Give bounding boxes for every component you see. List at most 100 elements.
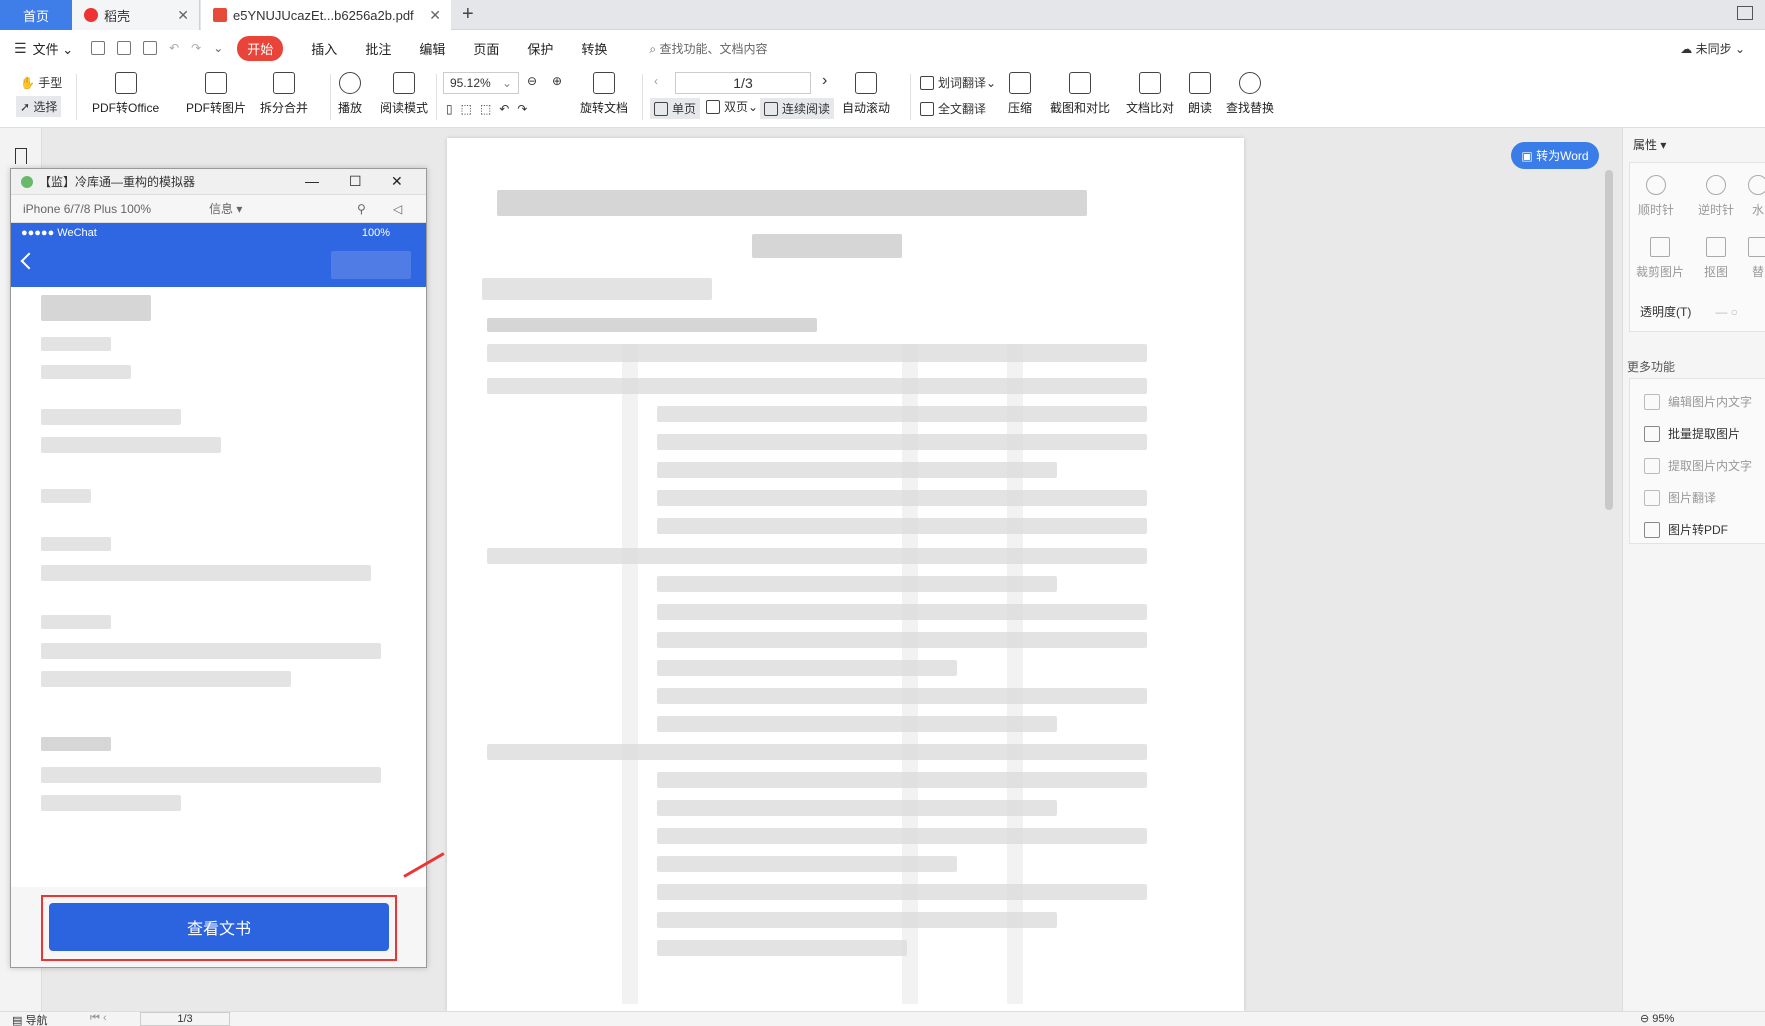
zoom-input[interactable]: 95.12% ⌄ — [443, 72, 519, 94]
print-icon[interactable] — [143, 41, 158, 55]
read-mode-button[interactable]: 阅读模式 — [380, 72, 428, 116]
tab-pdf-document[interactable]: e5YNUJUcazEt...b6256a2b.pdf ✕ — [201, 0, 451, 30]
menu-file-label: 文件 — [32, 41, 59, 57]
minimize-icon[interactable]: — — [305, 173, 319, 189]
bookmark-icon[interactable] — [15, 148, 27, 164]
scrollbar-thumb[interactable] — [1605, 170, 1613, 510]
opacity-control[interactable]: 透明度(T) — ○ — [1640, 303, 1738, 320]
hand-tool[interactable]: ✋ 手型 — [20, 74, 62, 91]
blurred-text — [41, 295, 151, 321]
watermark-button[interactable]: 水 — [1748, 175, 1765, 218]
compress-button[interactable]: 压缩 — [1008, 72, 1032, 116]
hamburger-icon[interactable]: ☰ — [14, 40, 27, 57]
menu-page[interactable]: 页面 — [473, 39, 499, 58]
auto-scroll-button[interactable]: 自动滚动 — [842, 72, 890, 116]
pdf-to-office-button[interactable]: PDF转Office — [92, 72, 159, 116]
simulator-title-bar[interactable]: 【监】冷库通—重构的模拟器 — ☐ ✕ — [11, 169, 426, 195]
single-page-button[interactable]: 单页 — [650, 98, 701, 119]
next-page-icon[interactable]: › — [822, 72, 827, 90]
screenshot-compare-button[interactable]: 截图和对比 — [1050, 72, 1110, 116]
continuous-read-button[interactable]: 连续阅读 — [760, 98, 835, 119]
navigation-toggle[interactable]: ▤ 导航 — [12, 1012, 47, 1026]
close-icon[interactable]: ✕ — [391, 173, 403, 190]
rotate-counterclockwise-label: 逆时针 — [1698, 203, 1735, 217]
pdf-page[interactable] — [447, 138, 1244, 1011]
menu-protect[interactable]: 保护 — [527, 39, 553, 58]
open-folder-icon[interactable] — [91, 41, 106, 55]
batch-extract-images-button[interactable]: 批量提取图片 — [1644, 425, 1740, 442]
status-zoom[interactable]: ⊖ 95% — [1640, 1012, 1674, 1025]
redo-icon[interactable]: ↷ — [191, 41, 201, 55]
rotate-document-button[interactable]: 旋转文档 — [580, 72, 628, 116]
menu-start[interactable]: 开始 — [237, 35, 284, 61]
blurred-text — [41, 737, 111, 751]
info-dropdown[interactable]: 信息 ▾ — [209, 200, 242, 217]
close-icon[interactable]: ✕ — [429, 7, 441, 24]
device-label[interactable]: iPhone 6/7/8 Plus 100% — [23, 202, 151, 216]
previous-page-icon[interactable]: ‹ — [654, 74, 658, 88]
word-translate-label: 划词翻译 — [938, 76, 987, 90]
opacity-slider[interactable]: — ○ — [1715, 305, 1738, 319]
menu-file[interactable]: 文件 ⌄ — [33, 39, 74, 58]
undo-icon[interactable]: ↶ — [169, 41, 179, 55]
edit-image-text-button[interactable]: 编辑图片内文字 — [1644, 393, 1752, 410]
image-to-pdf-button[interactable]: 图片转PDF — [1644, 521, 1728, 538]
close-icon[interactable]: ✕ — [177, 7, 189, 24]
vertical-scrollbar[interactable] — [1603, 140, 1615, 1000]
pin-icon[interactable]: ⚲ — [357, 202, 366, 216]
rotate-counterclockwise-button[interactable]: 逆时针 — [1698, 175, 1734, 218]
play-button[interactable]: 播放 — [338, 72, 362, 116]
full-translate-button[interactable]: 全文翻译 — [920, 100, 986, 117]
window-restore-icon[interactable] — [1737, 6, 1753, 20]
blurred-text — [41, 767, 381, 783]
chevron-down-icon[interactable]: ⌄ — [213, 41, 223, 55]
convert-to-word-button[interactable]: ▣ 转为Word — [1511, 142, 1599, 169]
tab-docer-label: 稻壳 — [104, 8, 131, 24]
crop-image-button[interactable]: 裁剪图片 — [1636, 237, 1684, 280]
status-page-input[interactable]: 1/3 — [140, 1012, 230, 1026]
phone-content[interactable] — [11, 287, 426, 887]
pdf-to-image-button[interactable]: PDF转图片 — [186, 72, 246, 116]
read-aloud-button[interactable]: 朗读 — [1188, 72, 1212, 116]
select-tool[interactable]: ➚ 选择 — [16, 96, 62, 117]
blurred-text — [41, 365, 131, 379]
menu-annotate[interactable]: 批注 — [365, 39, 391, 58]
search-function[interactable]: ⌕ 查找功能、文档内容 — [649, 40, 767, 57]
maximize-icon[interactable]: ☐ — [349, 173, 362, 190]
image-to-pdf-label: 图片转PDF — [1668, 523, 1729, 537]
new-tab-icon[interactable]: + — [462, 3, 474, 26]
image-translate-button[interactable]: 图片翻译 — [1644, 489, 1716, 506]
find-replace-button[interactable]: 查找替换 — [1226, 72, 1274, 116]
zoom-in-icon[interactable]: ⊕ — [552, 74, 562, 88]
menu-convert[interactable]: 转换 — [581, 39, 607, 58]
split-merge-button[interactable]: 拆分合并 — [260, 72, 308, 116]
page-nav-arrows[interactable]: ⏮ ‹ — [90, 1012, 107, 1025]
page-number-input[interactable]: 1/3 — [675, 72, 811, 94]
back-icon[interactable] — [20, 252, 38, 270]
properties-title[interactable]: 属性 ▾ — [1633, 136, 1666, 153]
zoom-out-icon[interactable]: ⊖ — [527, 74, 537, 88]
sync-status[interactable]: ☁ 未同步 ⌄ — [1680, 40, 1745, 57]
continuous-read-icon — [764, 101, 778, 116]
volume-icon[interactable]: ◁ — [393, 202, 402, 216]
extract-image-text-button[interactable]: 提取图片内文字 — [1644, 457, 1752, 474]
tab-docer[interactable]: 稻壳 ✕ — [72, 0, 200, 30]
rotate-clockwise-button[interactable]: 顺时针 — [1638, 175, 1674, 218]
divider — [642, 74, 643, 120]
double-page-button[interactable]: 双页 ⌄ — [706, 98, 758, 115]
blurred-line — [487, 318, 817, 332]
cutout-button[interactable]: 抠图 — [1704, 237, 1728, 280]
simulator-title: 【监】冷库通—重构的模拟器 — [39, 175, 196, 189]
view-document-button[interactable]: 查看文书 — [49, 903, 389, 951]
extract-image-text-icon — [1644, 457, 1660, 474]
save-icon[interactable] — [117, 41, 132, 55]
tab-home[interactable]: 首页 — [0, 0, 72, 30]
book-icon — [393, 72, 415, 94]
menu-edit[interactable]: 编辑 — [419, 39, 445, 58]
word-translate-button[interactable]: 划词翻译 ⌄ — [920, 74, 996, 91]
replace-image-button[interactable]: 替 — [1748, 237, 1765, 280]
read-aloud-label: 朗读 — [1188, 101, 1213, 115]
view-fit-tools[interactable]: ▯⬚⬚↶↷ — [446, 102, 535, 116]
menu-insert[interactable]: 插入 — [311, 39, 337, 58]
doc-compare-button[interactable]: 文档比对 — [1126, 72, 1174, 116]
